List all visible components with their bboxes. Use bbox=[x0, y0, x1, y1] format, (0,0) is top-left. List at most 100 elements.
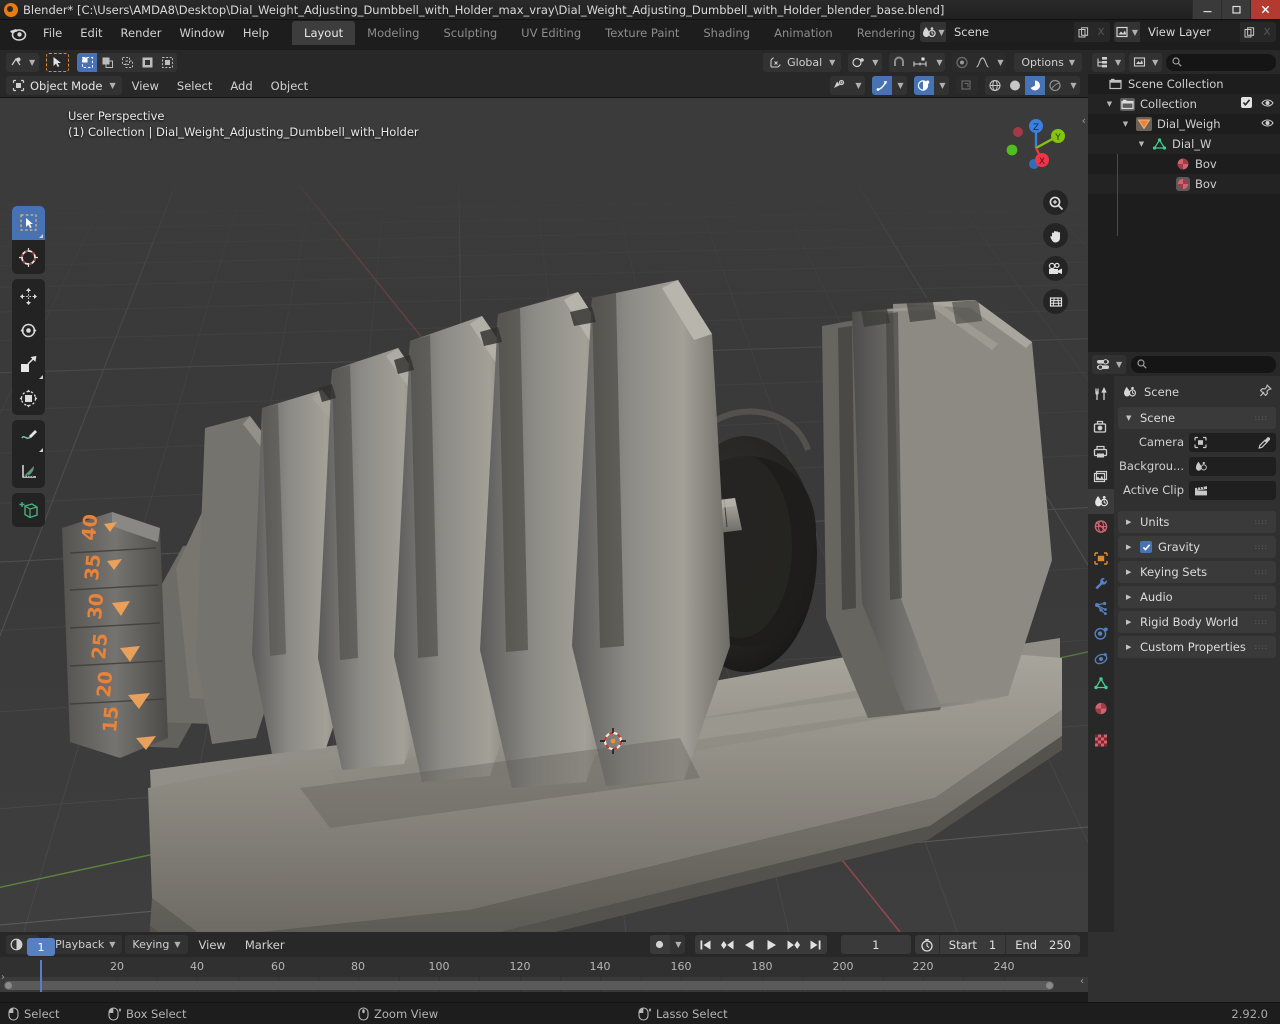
new-scene-icon[interactable] bbox=[1074, 22, 1092, 42]
3d-viewport[interactable]: 40 35 30 25 20 15 User Perspective (1) C… bbox=[0, 98, 1088, 932]
tab-layout[interactable]: Layout bbox=[292, 21, 356, 45]
end-frame-field[interactable]: End 250 bbox=[1006, 935, 1080, 954]
snap-dropdown-chevron-icon[interactable]: ▼ bbox=[931, 53, 945, 72]
jump-start-icon[interactable] bbox=[695, 935, 717, 954]
viewport-menu-add[interactable]: Add bbox=[222, 77, 260, 95]
select-box-icon[interactable] bbox=[77, 52, 98, 72]
timeline-playhead[interactable]: 1 bbox=[27, 938, 55, 992]
tool-icon[interactable] bbox=[1088, 382, 1114, 407]
zoom-icon[interactable] bbox=[1043, 190, 1068, 215]
pan-hand-icon[interactable] bbox=[1043, 223, 1068, 248]
object-visibility-icon[interactable] bbox=[830, 76, 850, 95]
properties-editor[interactable]: ▼ Scene ▼ Scene:::: Camera Backgrou... … bbox=[1088, 352, 1280, 932]
transport-controls[interactable] bbox=[694, 935, 827, 954]
add-cube-tool[interactable] bbox=[12, 493, 45, 527]
mesh-data-triangle-icon[interactable] bbox=[1088, 671, 1114, 696]
gravity-checkbox[interactable] bbox=[1140, 541, 1152, 553]
record-dot-icon[interactable] bbox=[650, 935, 670, 954]
measure-tool[interactable] bbox=[12, 454, 45, 488]
collection-checkbox[interactable] bbox=[1241, 97, 1252, 111]
close-icon[interactable] bbox=[1250, 0, 1280, 19]
shading-mode-group[interactable]: ▼ bbox=[985, 76, 1080, 95]
object-square-icon[interactable] bbox=[1088, 546, 1114, 571]
timeline-sidebar-toggle-icon[interactable]: ‹ bbox=[1080, 976, 1084, 987]
transform-orientation-dropdown[interactable]: Global ▼ bbox=[763, 52, 842, 72]
tab-rendering[interactable]: Rendering bbox=[845, 21, 928, 45]
background-scene-field[interactable] bbox=[1189, 456, 1276, 476]
scale-tool[interactable] bbox=[12, 347, 45, 381]
pivot-point-dropdown[interactable]: ▼ bbox=[848, 52, 883, 72]
blender-menu-icon[interactable] bbox=[8, 24, 28, 42]
camera-icon[interactable] bbox=[1043, 256, 1068, 281]
xray-toggle-icon[interactable] bbox=[956, 76, 978, 95]
viewport-menu-select[interactable]: Select bbox=[169, 77, 220, 95]
navigation-gizmo[interactable]: Z Y X bbox=[998, 104, 1074, 180]
select-intersect-icon[interactable] bbox=[157, 53, 177, 72]
remove-viewlayer-icon[interactable]: X bbox=[1258, 22, 1276, 42]
snap-increment-icon[interactable] bbox=[909, 53, 931, 72]
menu-render[interactable]: Render bbox=[112, 23, 171, 43]
properties-editor-type-icon[interactable]: ▼ bbox=[1092, 354, 1127, 374]
viewport-sidebar-toggle-icon[interactable]: ‹ bbox=[1082, 114, 1086, 127]
panel-header-rigid-body-world[interactable]: ▶ Rigid Body World :::: bbox=[1118, 611, 1276, 633]
new-viewlayer-icon[interactable] bbox=[1240, 22, 1258, 42]
shading-material-preview-icon[interactable] bbox=[1025, 76, 1045, 95]
active-tool-indicator[interactable] bbox=[46, 52, 70, 72]
wrench-icon[interactable] bbox=[1088, 571, 1114, 596]
camera-field[interactable] bbox=[1189, 432, 1276, 452]
next-keyframe-icon[interactable] bbox=[783, 935, 805, 954]
panel-header-audio[interactable]: ▶ Audio :::: bbox=[1118, 586, 1276, 608]
scene-name-field[interactable]: Scene bbox=[946, 22, 1074, 42]
viewlayer-datablock[interactable]: ▼ View Layer X bbox=[1114, 22, 1276, 42]
scene-datablock[interactable]: ▼ Scene X bbox=[920, 22, 1110, 42]
panel-header-scene[interactable]: ▼ Scene :::: bbox=[1118, 407, 1276, 429]
viewport-menu-object[interactable]: Object bbox=[263, 77, 316, 95]
proportional-edit-group[interactable]: ▼ bbox=[952, 52, 1007, 72]
overlays-group[interactable]: ▼ bbox=[914, 76, 949, 95]
shading-chevron-icon[interactable]: ▼ bbox=[1065, 76, 1080, 95]
viewport-menu-view[interactable]: View bbox=[124, 77, 167, 95]
shading-wireframe-icon[interactable] bbox=[985, 76, 1005, 95]
play-icon[interactable] bbox=[761, 935, 783, 954]
scene-cone-icon[interactable] bbox=[1088, 489, 1114, 514]
outliner-display-mode-icon[interactable]: ▼ bbox=[1092, 52, 1126, 72]
tab-shading[interactable]: Shading bbox=[691, 21, 762, 45]
render-camera-icon[interactable] bbox=[1088, 414, 1114, 439]
active-clip-field[interactable] bbox=[1189, 480, 1276, 500]
particles-icon[interactable] bbox=[1088, 596, 1114, 621]
images-icon[interactable] bbox=[1088, 464, 1114, 489]
timeline-ruler[interactable]: 20 40 60 80 100 120 140 160 180 200 220 … bbox=[0, 957, 1088, 977]
overlays-chevron-icon[interactable]: ▼ bbox=[934, 76, 949, 95]
gizmo-chevron-icon[interactable]: ▼ bbox=[892, 76, 907, 95]
prev-keyframe-icon[interactable] bbox=[717, 935, 739, 954]
outliner-row-collection[interactable]: ▼ Collection bbox=[1088, 94, 1280, 114]
options-dropdown[interactable]: Options ▼ bbox=[1014, 52, 1082, 72]
shading-solid-icon[interactable] bbox=[1005, 76, 1025, 95]
snap-group[interactable]: ▼ bbox=[889, 52, 946, 72]
panel-header-keying-sets[interactable]: ▶ Keying Sets :::: bbox=[1118, 561, 1276, 583]
menu-window[interactable]: Window bbox=[170, 23, 233, 43]
auto-keying-group[interactable]: ▼ bbox=[649, 935, 685, 954]
select-invert-icon[interactable] bbox=[137, 53, 157, 72]
falloff-smooth-icon[interactable] bbox=[972, 53, 992, 72]
jump-end-icon[interactable] bbox=[805, 935, 827, 954]
viewlayer-name-field[interactable]: View Layer bbox=[1140, 22, 1240, 42]
outliner-row-scene-collection[interactable]: Scene Collection bbox=[1088, 74, 1280, 94]
perspective-grid-icon[interactable] bbox=[1043, 289, 1068, 314]
tab-sculpting[interactable]: Sculpting bbox=[431, 21, 509, 45]
outliner-row-mesh-data[interactable]: ▼ Dial_W bbox=[1088, 134, 1280, 154]
disclosure-down-icon[interactable]: ▼ bbox=[1104, 100, 1115, 108]
printer-icon[interactable] bbox=[1088, 439, 1114, 464]
physics-orbit-icon[interactable] bbox=[1088, 621, 1114, 646]
panel-header-units[interactable]: ▶ Units :::: bbox=[1118, 511, 1276, 533]
restore-icon[interactable] bbox=[1221, 0, 1250, 19]
menu-file[interactable]: File bbox=[34, 23, 71, 43]
falloff-chevron-icon[interactable]: ▼ bbox=[992, 53, 1006, 72]
visibility-group[interactable]: ▼ bbox=[830, 76, 865, 95]
start-frame-field[interactable]: Start 1 bbox=[940, 935, 1005, 954]
properties-search-input[interactable] bbox=[1131, 355, 1276, 373]
editor-type-selector[interactable]: ▼ bbox=[6, 52, 40, 72]
play-reverse-icon[interactable] bbox=[739, 935, 761, 954]
tab-texture-paint[interactable]: Texture Paint bbox=[593, 21, 691, 45]
timeline-scrollbar[interactable] bbox=[4, 981, 1054, 990]
